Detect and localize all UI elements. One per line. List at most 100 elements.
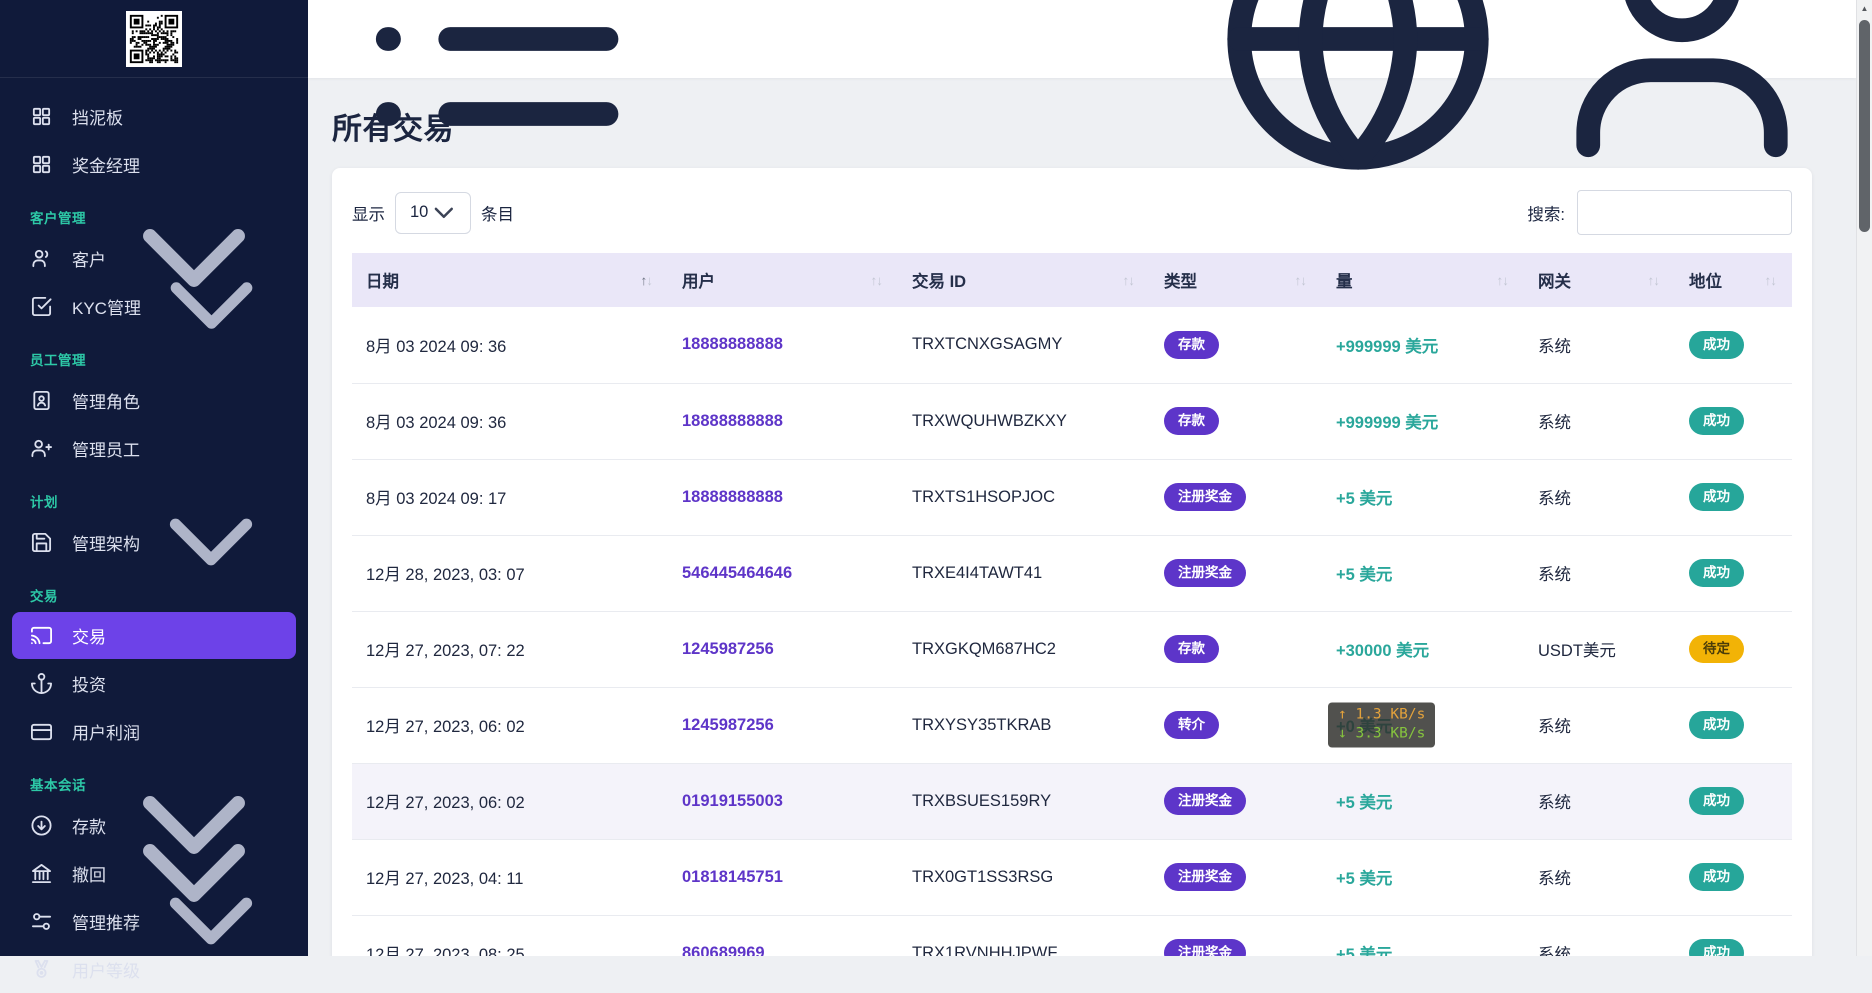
column-header-amount[interactable]: 量↑↓ xyxy=(1322,253,1524,307)
chevron-down-icon xyxy=(140,471,282,613)
sort-icon[interactable]: ↑↓ xyxy=(871,273,893,288)
entries-label: 条目 xyxy=(481,201,514,225)
topbar xyxy=(308,0,1856,78)
type-cell: 注册奖金 xyxy=(1150,915,1322,956)
column-header-gateway[interactable]: 网关 ↑↓ xyxy=(1524,253,1675,307)
amount-value: +5 美元 xyxy=(1336,946,1392,956)
amount-cell: +999999 美元 xyxy=(1322,383,1524,459)
type-badge: 注册奖金 xyxy=(1164,483,1246,511)
scrollbar-thumb[interactable] xyxy=(1859,20,1870,232)
user-link[interactable]: 860689969 xyxy=(682,944,765,957)
amount-cell: +5 美元 xyxy=(1322,915,1524,956)
upload-speed: ↑ 1.3 KB/s xyxy=(1338,707,1425,723)
user-link[interactable]: 18888888888 xyxy=(682,412,783,430)
date-cell: 12月 27, 2023, 06: 02 xyxy=(352,763,668,839)
txid-cell: TRX1RVNHHJPWF xyxy=(898,915,1150,956)
user-icon xyxy=(1532,0,1832,189)
column-header-txid[interactable]: 交易 ID↑↓ xyxy=(898,253,1150,307)
date-cell: 12月 27, 2023, 08: 25 xyxy=(352,915,668,956)
sort-icon[interactable]: ↑↓ xyxy=(1497,273,1519,288)
sort-icon[interactable]: ↑↓ xyxy=(1295,273,1317,288)
search-group: 搜索: xyxy=(1527,190,1792,235)
grid-icon xyxy=(30,105,53,128)
table-row: 8月 03 2024 09: 3618888888888TRXTCNXGSAGM… xyxy=(352,307,1792,383)
grid-icon xyxy=(30,153,53,176)
table-row: 12月 28, 2023, 03: 07546445464646TRXE4I4T… xyxy=(352,535,1792,611)
type-badge: 注册奖金 xyxy=(1164,559,1246,587)
column-label: 网关 xyxy=(1538,268,1571,292)
page-size-select[interactable]: 10 xyxy=(395,192,471,234)
user-link[interactable]: 01818145751 xyxy=(682,868,783,886)
table-row: 12月 27, 2023, 08: 25 860689969 TRX1RVNHHJP… xyxy=(352,915,1792,956)
credit-card-icon xyxy=(30,720,53,743)
status-badge: 待定 xyxy=(1689,635,1744,663)
sidebar-item-manage-referral[interactable]: 管理推荐 xyxy=(0,897,308,945)
type-badge: 存款 xyxy=(1164,331,1219,359)
user-cell: 860689969 xyxy=(668,915,898,956)
column-header-status[interactable]: 地位 ↑↓ xyxy=(1675,253,1792,307)
sidebar-item-label: 客户 xyxy=(72,246,106,271)
type-badge: 注册奖金 xyxy=(1164,939,1246,956)
save-icon xyxy=(30,531,53,554)
amount-cell: +5 美元 xyxy=(1322,839,1524,915)
language-globe-button[interactable] xyxy=(1208,0,1508,189)
sidebar-item-manage-schema[interactable]: 管理架构 xyxy=(0,518,308,566)
amount-value: +999999 美元 xyxy=(1336,414,1438,432)
date-cell: 8月 03 2024 09: 17 xyxy=(352,459,668,535)
column-header-date[interactable]: 日期↑↓ xyxy=(352,253,668,307)
topbar-actions xyxy=(1208,0,1836,189)
qr-code-logo xyxy=(126,11,182,67)
sidebar-item-label: 交易 xyxy=(72,623,282,648)
search-input[interactable] xyxy=(1577,190,1792,235)
status-badge: 成功 xyxy=(1689,939,1744,956)
txid-cell: TRXWQUHWBZKXY xyxy=(898,383,1150,459)
sidebar-item-dashboard[interactable]: 挡泥板 xyxy=(0,92,308,140)
sort-icon[interactable]: ↑↓ xyxy=(1123,273,1145,288)
txid-cell: TRX0GT1SS3RSG xyxy=(898,839,1150,915)
sidebar-menu: 挡泥板奖金经理客户管理客户KYC管理员工管理管理角色管理员工计划管理架构交易交易… xyxy=(0,78,308,993)
date-cell: 12月 27, 2023, 06: 02 xyxy=(352,687,668,763)
sort-icon[interactable]: ↑↓ xyxy=(641,273,663,288)
sidebar-item-manage-roles[interactable]: 管理角色 xyxy=(0,376,308,424)
txid-cell: TRXTS1HSOPJOC xyxy=(898,459,1150,535)
check-square-icon xyxy=(30,295,53,318)
bank-icon xyxy=(30,862,53,885)
profile-button[interactable] xyxy=(1532,0,1832,189)
status-badge: 成功 xyxy=(1689,559,1744,587)
user-link[interactable]: 1245987256 xyxy=(682,716,774,734)
sort-icon[interactable]: ↑↓ xyxy=(1648,273,1670,288)
user-link[interactable]: 1245987256 xyxy=(682,640,774,658)
search-label: 搜索: xyxy=(1527,201,1565,225)
anchor-icon xyxy=(30,672,53,695)
menu-toggle-button[interactable] xyxy=(344,0,644,189)
type-cell: 注册奖金 xyxy=(1150,839,1322,915)
type-badge: 转介 xyxy=(1164,711,1219,739)
sidebar-item-invest[interactable]: 投资 xyxy=(0,659,308,707)
status-badge: 成功 xyxy=(1689,787,1744,815)
type-badge: 存款 xyxy=(1164,635,1219,663)
logo-box[interactable] xyxy=(0,0,308,78)
arrow-down-circle-icon xyxy=(30,814,53,837)
date-cell: 8月 03 2024 09: 36 xyxy=(352,383,668,459)
user-link[interactable]: 18888888888 xyxy=(682,488,783,506)
user-link[interactable]: 01919155003 xyxy=(682,792,783,810)
sidebar-item-transactions[interactable]: 交易 xyxy=(12,612,296,659)
sidebar-item-kyc-management[interactable]: KYC管理 xyxy=(0,282,308,330)
date-cell: 12月 27, 2023, 07: 22 xyxy=(352,611,668,687)
column-header-user[interactable]: 用户 ↑↓ xyxy=(668,253,898,307)
column-label: 用户 xyxy=(682,268,715,292)
chevron-down-icon xyxy=(141,235,282,376)
sidebar-item-manage-staff[interactable]: 管理员工 xyxy=(0,424,308,472)
date-cell: 8月 03 2024 09: 36 xyxy=(352,307,668,383)
vertical-scrollbar[interactable]: ▲ xyxy=(1856,0,1872,956)
amount-cell: +5 美元 xyxy=(1322,459,1524,535)
user-link[interactable]: 18888888888 xyxy=(682,335,783,353)
main-content: 所有交易 显示 10 条目 搜索: 日期↑↓用户↑↓交易 ID↑↓类型↑↓量↑↓… xyxy=(308,78,1856,956)
sort-icon[interactable]: ↑↓ xyxy=(1765,273,1787,288)
scrollbar-up-button[interactable]: ▲ xyxy=(1857,0,1872,17)
column-header-type[interactable]: 类型↑↓ xyxy=(1150,253,1322,307)
sidebar-item-label: 存款 xyxy=(72,813,106,838)
column-label: 地位 xyxy=(1689,268,1722,292)
status-cell: 成功 xyxy=(1675,535,1792,611)
user-link[interactable]: 546445464646 xyxy=(682,564,792,582)
